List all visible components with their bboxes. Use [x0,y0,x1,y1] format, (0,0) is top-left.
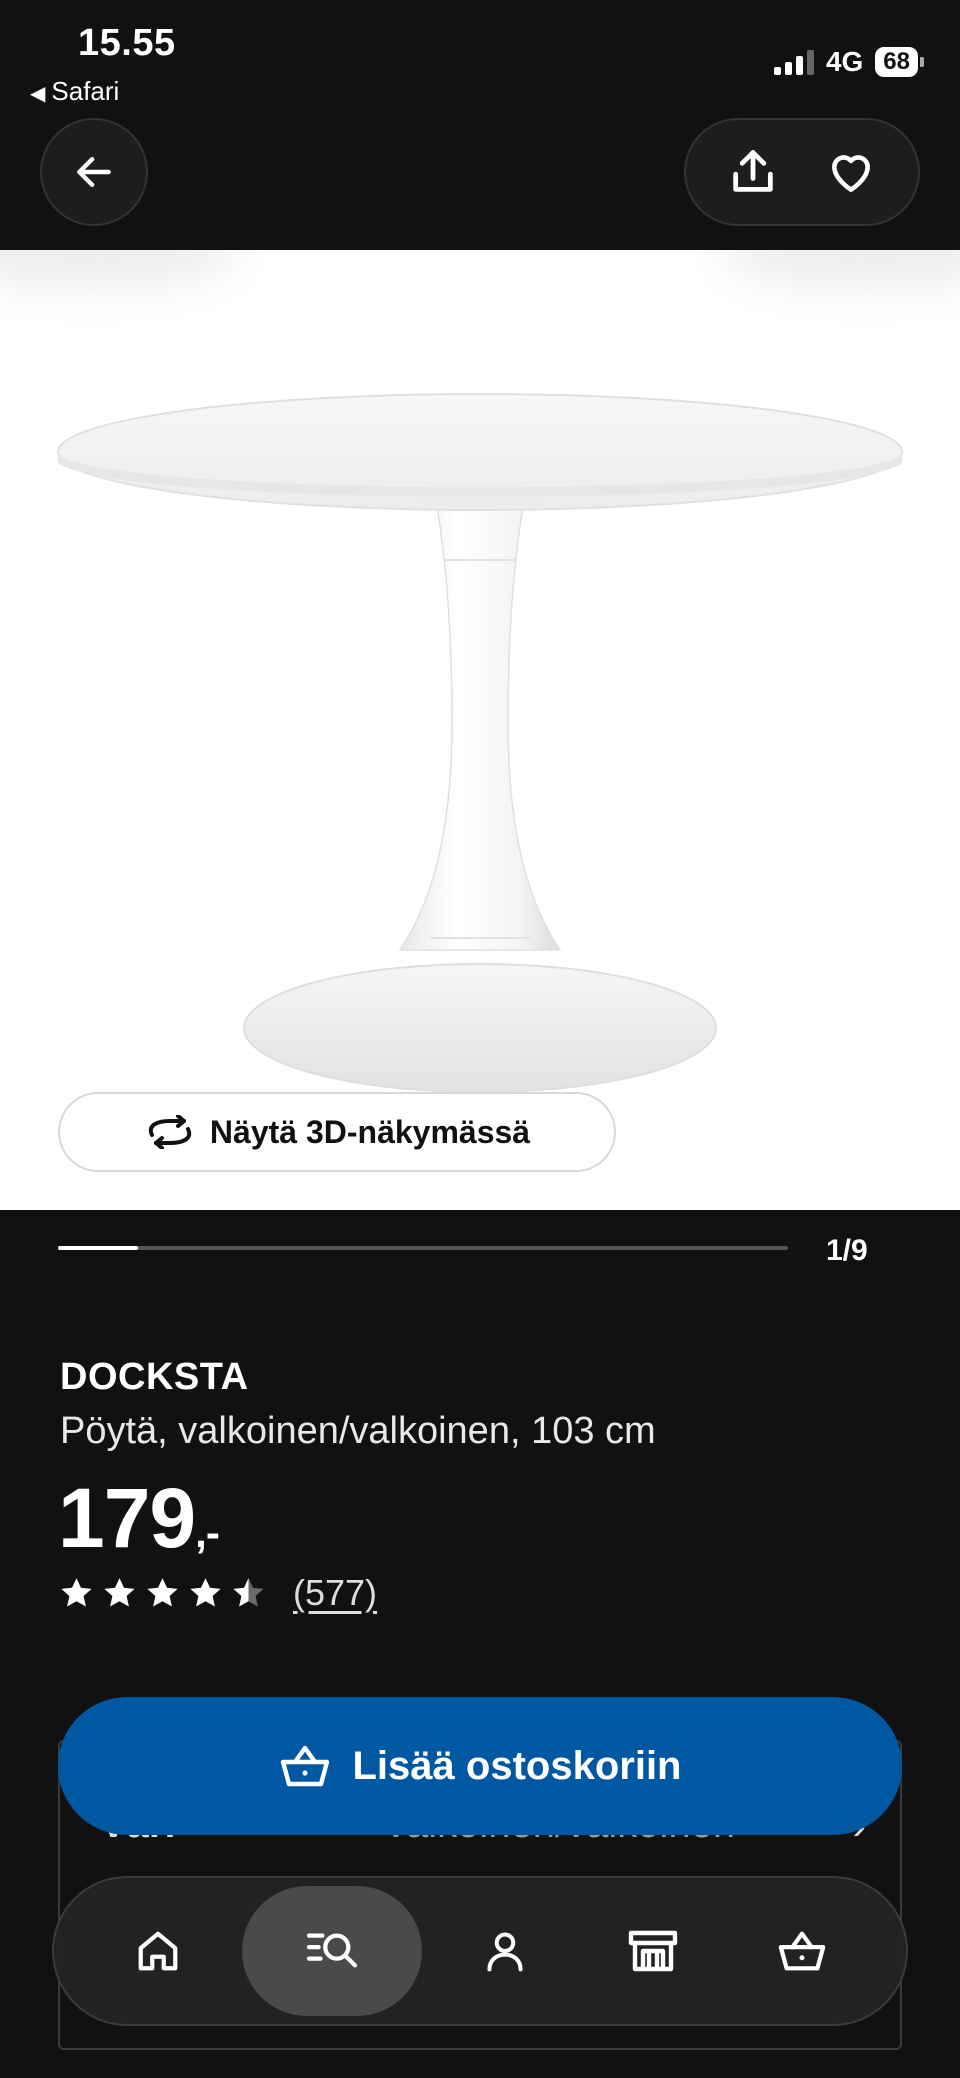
tab-home[interactable] [93,1886,223,2016]
top-nav [0,110,960,250]
product-name: DOCKSTA [60,1356,249,1398]
heart-icon [832,155,870,192]
tab-profile[interactable] [440,1886,570,2016]
status-bar: 15.55 ◀ Safari 4G 68 [0,0,960,110]
rotate-icon [148,1115,192,1149]
home-icon [138,1931,178,1971]
star-icon [190,1577,221,1606]
product-description: Pöytä, valkoinen/valkoinen, 103 cm [60,1410,656,1452]
favorite-button[interactable] [816,137,886,207]
network-type: 4G [825,46,864,77]
add-to-cart-button[interactable]: Lisää ostoskoriin [58,1697,902,1835]
bottom-tab-bar [52,1876,908,2026]
back-triangle-icon: ◀ [30,83,46,105]
star-icon [233,1577,264,1606]
action-buttons [684,118,920,226]
star-icon [104,1577,135,1606]
view-3d-button[interactable]: Näytä 3D-näkymässä [58,1092,616,1172]
back-app-label: Safari [51,76,120,106]
status-time: 15.55 [78,22,176,64]
price-suffix: ,- [195,1509,220,1556]
signal-icon [773,49,814,75]
add-to-cart-label: Lisää ostoskoriin [352,1743,682,1788]
image-pager-label: 1/9 [826,1234,868,1267]
product-price: 179,- [58,1470,220,1567]
basket-icon [280,1745,329,1787]
tab-search[interactable] [241,1886,422,2016]
star-icon [61,1577,92,1606]
product-rating[interactable]: (577) [58,1572,377,1614]
view-3d-label: Näytä 3D-näkymässä [209,1113,531,1150]
product-image [57,393,903,1093]
image-pager-track [58,1246,788,1250]
person-icon [487,1932,523,1972]
rating-stars [58,1575,267,1612]
image-pager-progress [58,1246,139,1250]
battery-indicator: 68 [875,47,924,77]
status-indicators: 4G 68 [773,46,924,78]
share-button[interactable] [718,137,788,207]
search-list-icon [306,1933,357,1968]
back-button[interactable] [40,118,148,226]
store-icon [629,1930,678,1972]
product-image-gallery[interactable]: Näytä 3D-näkymässä [0,250,960,1210]
back-to-app-link[interactable]: ◀ Safari [30,76,119,107]
tab-basket[interactable] [737,1886,867,2016]
tab-stores[interactable] [588,1886,718,2016]
arrow-left-icon [77,156,111,188]
review-count-link[interactable]: (577) [293,1572,377,1614]
star-icon [147,1577,178,1606]
price-value: 179 [58,1471,196,1565]
share-icon [733,150,773,192]
basket-icon [778,1931,826,1971]
